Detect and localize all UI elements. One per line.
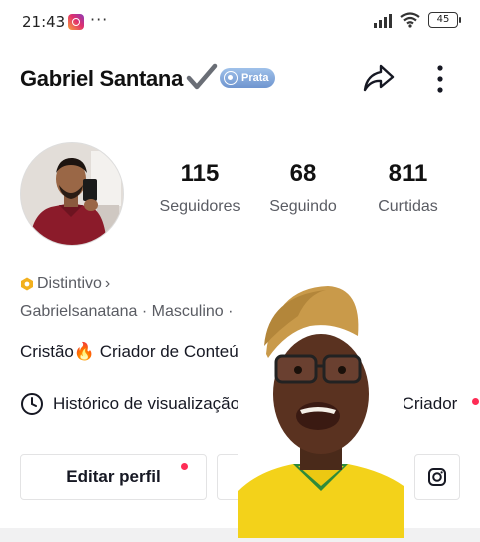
video-frame	[238, 276, 404, 538]
wifi-icon	[400, 12, 420, 28]
status-indicators: 45	[374, 12, 461, 28]
likes-label: Curtidas	[378, 198, 438, 215]
chevron-right-icon: ›	[104, 275, 111, 292]
notification-dot	[181, 463, 188, 470]
edit-profile-label: Editar perfil	[66, 467, 161, 486]
signal-icon	[374, 12, 392, 28]
instagram-button[interactable]	[414, 454, 460, 500]
video-overlay[interactable]	[238, 276, 404, 538]
status-time: 21:43	[22, 13, 66, 31]
history-label: Histórico de visualização	[53, 394, 241, 413]
status-bar: 21:43 ··· 45	[0, 0, 480, 44]
notification-dot	[472, 398, 479, 405]
profile-avatar[interactable]	[20, 142, 124, 246]
share-icon[interactable]	[362, 62, 396, 94]
distintivo-link[interactable]: Distintivo ›	[20, 275, 110, 293]
following-stat[interactable]: 68 Seguindo	[259, 160, 347, 216]
distintivo-hexagon-icon	[21, 277, 33, 291]
checkmark-icon	[186, 63, 218, 90]
followers-label: Seguidores	[159, 198, 241, 215]
likes-stat[interactable]: 811 Curtidas	[364, 160, 452, 216]
profile-username: Gabriel Santana	[20, 66, 184, 91]
likes-count: 811	[388, 160, 428, 187]
more-options-icon[interactable]	[428, 62, 452, 96]
battery-icon: 45	[428, 12, 461, 28]
profile-bio: Cristão🔥 Criador de Conteúd	[20, 342, 249, 361]
following-label: Seguindo	[269, 198, 337, 215]
distintivo-label: Distintivo	[37, 275, 102, 292]
avatar-photo	[21, 143, 123, 245]
instagram-icon	[428, 468, 446, 486]
level-badge[interactable]: Prata	[220, 68, 275, 88]
profile-stats: 115 Seguidores 68 Seguindo 811 Curtidas	[144, 160, 454, 230]
badge-label: Prata	[241, 72, 269, 84]
instagram-notification-icon	[68, 14, 84, 30]
clock-icon	[21, 393, 43, 415]
profile-header: Gabriel Santana Prata	[0, 56, 480, 102]
following-count: 68	[289, 160, 317, 187]
edit-profile-button[interactable]: Editar perfil	[20, 454, 207, 500]
more-notifications-indicator: ···	[90, 10, 109, 29]
followers-stat[interactable]: 115 Seguidores	[144, 160, 256, 216]
profile-meta: Gabrielsanatana · Masculino ·	[20, 303, 234, 320]
badge-icon	[224, 71, 238, 85]
followers-count: 115	[180, 160, 220, 187]
